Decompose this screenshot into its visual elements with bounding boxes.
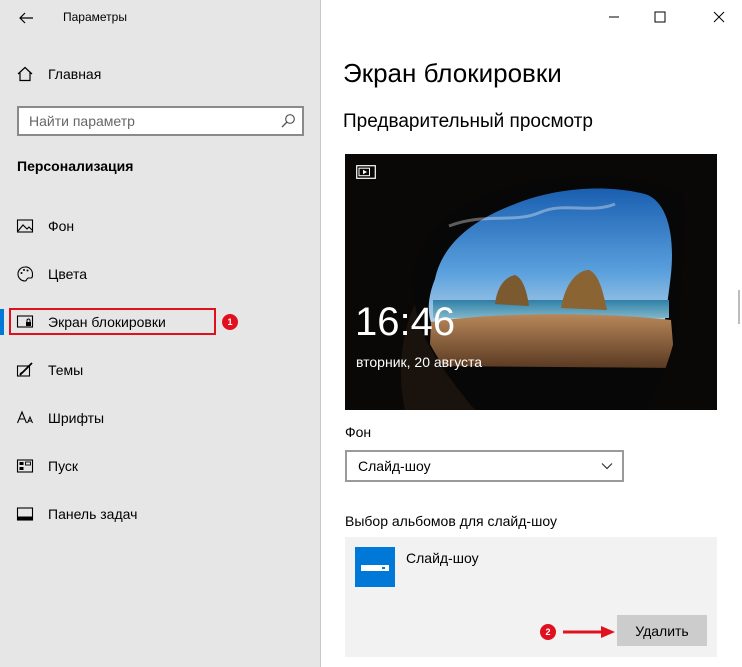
- image-icon: [16, 219, 34, 233]
- sidebar-item-label: Цвета: [48, 266, 87, 282]
- annotation-highlight-box: [9, 308, 216, 335]
- background-dropdown[interactable]: Слайд-шоу: [345, 450, 624, 482]
- sidebar-item-label: Фон: [48, 218, 75, 234]
- annotation-arrow-icon: [563, 626, 615, 638]
- back-arrow-icon: [19, 12, 33, 24]
- main-content: Экран блокировки Предварительный просмот…: [321, 0, 742, 667]
- remove-button[interactable]: Удалить: [617, 615, 707, 646]
- search-input[interactable]: [19, 108, 269, 134]
- close-icon: [713, 11, 725, 23]
- sidebar-item-background[interactable]: Фон: [0, 210, 321, 242]
- sidebar-item-label: Темы: [48, 362, 84, 378]
- preview-date: вторник, 20 августа: [356, 354, 483, 370]
- window-title: Параметры: [63, 10, 127, 24]
- close-button[interactable]: [696, 4, 742, 30]
- section-title: Персонализация: [17, 158, 134, 174]
- sidebar-item-start[interactable]: Пуск: [0, 450, 321, 482]
- search-box[interactable]: [17, 106, 304, 136]
- brush-icon: [16, 362, 33, 377]
- sidebar-item-themes[interactable]: Темы: [0, 354, 321, 386]
- page-title: Экран блокировки: [343, 58, 562, 88]
- sidebar-item-label: Шрифты: [48, 410, 105, 426]
- background-label: Фон: [345, 424, 372, 440]
- preview-time: 16:46: [355, 300, 456, 344]
- lock-screen-preview: 16:46 вторник, 20 августа: [345, 154, 717, 410]
- slideshow-icon: [356, 165, 376, 179]
- sidebar-item-label: Пуск: [48, 458, 79, 474]
- palette-icon: [17, 266, 34, 282]
- taskbar-icon: [16, 507, 34, 521]
- font-icon: [16, 410, 33, 424]
- background-dropdown-value: Слайд-шоу: [358, 458, 431, 474]
- home-icon: [17, 66, 33, 82]
- minimize-button[interactable]: [591, 4, 637, 30]
- album-name: Слайд-шоу: [406, 550, 479, 566]
- folder-icon: [355, 547, 395, 587]
- sidebar-item-colors[interactable]: Цвета: [0, 258, 321, 290]
- minimize-icon: [609, 16, 619, 18]
- preview-background-image: [345, 154, 717, 410]
- scrollbar[interactable]: [738, 290, 740, 324]
- sidebar-item-home[interactable]: Главная: [0, 58, 321, 90]
- album-list-item[interactable]: Слайд-шоу 2 Удалить: [345, 537, 717, 657]
- search-icon[interactable]: [280, 113, 296, 129]
- sidebar-item-label: Главная: [48, 66, 102, 82]
- maximize-icon: [654, 11, 666, 23]
- annotation-badge-2: 2: [540, 624, 556, 640]
- preview-heading: Предварительный просмотр: [343, 111, 593, 132]
- sidebar: Параметры Главная Персонализация Фон Цве…: [0, 0, 321, 667]
- sidebar-item-fonts[interactable]: Шрифты: [0, 402, 321, 434]
- maximize-button[interactable]: [637, 4, 683, 30]
- sidebar-item-taskbar[interactable]: Панель задач: [0, 498, 321, 530]
- back-button[interactable]: [14, 6, 38, 30]
- chevron-down-icon: [601, 463, 613, 470]
- start-icon: [16, 459, 34, 473]
- albums-label: Выбор альбомов для слайд-шоу: [345, 513, 557, 529]
- sidebar-item-label: Панель задач: [48, 506, 138, 522]
- annotation-badge-1: 1: [222, 314, 238, 330]
